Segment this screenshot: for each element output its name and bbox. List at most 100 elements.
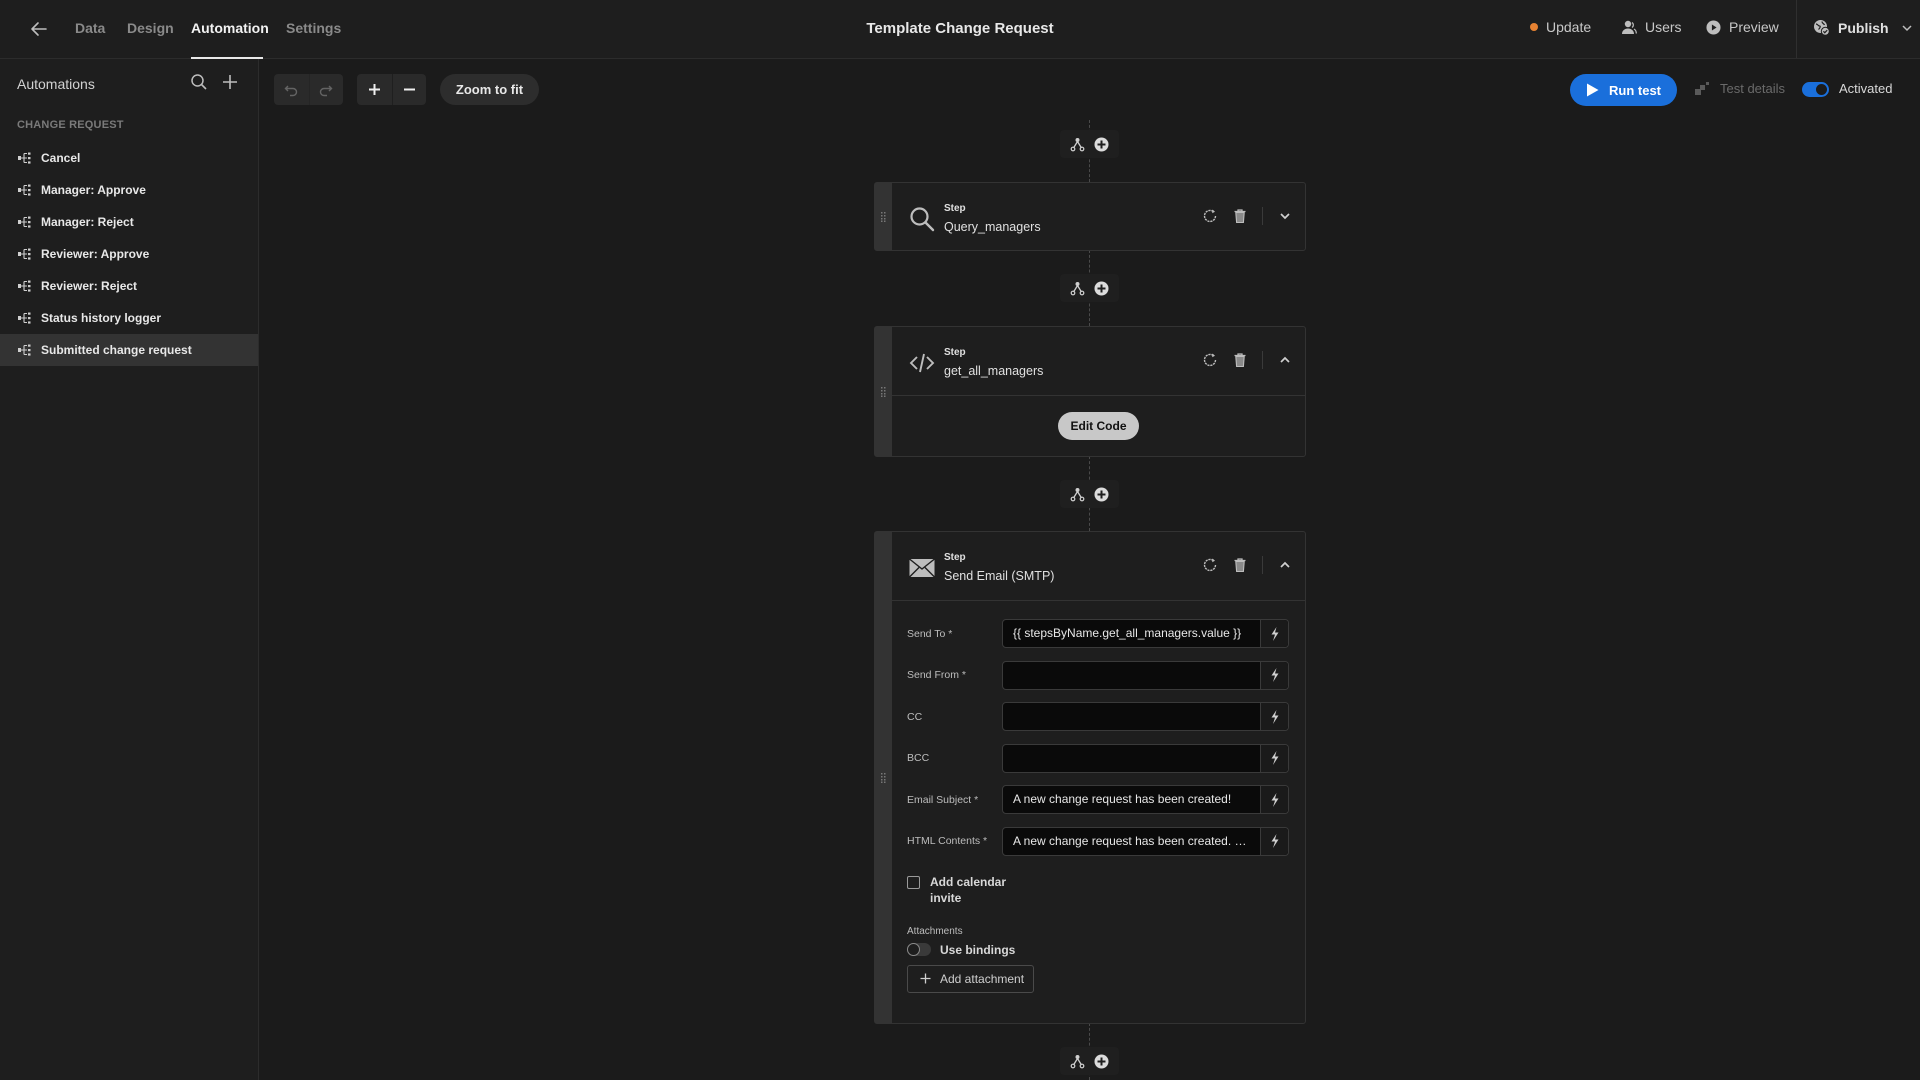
grip-icon	[881, 211, 886, 222]
code-icon	[909, 353, 935, 373]
trash-icon[interactable]	[1232, 557, 1248, 573]
sidebar-item-status-history-logger[interactable]: Status history logger	[0, 302, 258, 334]
chevron-down-icon[interactable]	[1277, 208, 1293, 224]
use-bindings-toggle[interactable]	[907, 943, 931, 956]
sidebar-item-label: Status history logger	[41, 311, 162, 325]
add-step-icon[interactable]	[1094, 281, 1109, 296]
sidebar-item-submitted-change-request[interactable]: Submitted change request	[0, 334, 258, 366]
update-button[interactable]: Update	[1530, 19, 1591, 35]
activated-toggle[interactable]	[1802, 82, 1829, 97]
add-attachment-button[interactable]: Add attachment	[907, 964, 1034, 993]
lightning-icon	[1271, 709, 1278, 724]
step-name: get_all_managers	[944, 364, 1044, 378]
field-value[interactable]	[1003, 745, 1260, 772]
tab-data[interactable]: Data	[75, 20, 105, 36]
automations-sidebar: Automations CHANGE REQUEST Cancel Manage…	[0, 59, 259, 1080]
trash-icon[interactable]	[1232, 352, 1248, 368]
redo-button[interactable]	[308, 74, 344, 105]
drag-handle[interactable]	[875, 532, 892, 1023]
preview-label: Preview	[1729, 19, 1779, 35]
search-automations-button[interactable]	[190, 73, 210, 93]
step-header[interactable]: Step Query_managers	[892, 183, 1305, 252]
step-header[interactable]: Step Send Email (SMTP)	[892, 532, 1305, 601]
add-step-icon[interactable]	[1094, 1054, 1109, 1069]
refresh-icon[interactable]	[1202, 352, 1218, 368]
separator	[1262, 556, 1263, 574]
field-html-contents: HTML Contents * A new change request has…	[907, 826, 1290, 856]
field-value[interactable]: A new change request has been created!	[1003, 786, 1260, 813]
users-button[interactable]: Users	[1621, 19, 1682, 35]
sidebar-item-label: Reviewer: Approve	[41, 247, 150, 261]
drag-handle[interactable]	[875, 183, 892, 250]
zoom-out-button[interactable]	[391, 74, 427, 105]
use-bindings-label: Use bindings	[940, 942, 1016, 957]
binding-button[interactable]	[1260, 703, 1288, 730]
header-divider	[1796, 0, 1797, 58]
drag-handle[interactable]	[875, 327, 892, 456]
search-icon	[910, 207, 935, 232]
binding-button[interactable]	[1260, 661, 1288, 689]
plus-icon	[368, 84, 380, 95]
branch-icon[interactable]	[1070, 281, 1085, 296]
sidebar-item-label: Cancel	[41, 151, 81, 165]
refresh-icon[interactable]	[1202, 557, 1218, 573]
tab-automation[interactable]: Automation	[191, 20, 269, 36]
test-details-label: Test details	[1720, 81, 1786, 96]
sidebar-item-reviewer-approve[interactable]: Reviewer: Approve	[0, 238, 258, 270]
field-label: CC	[907, 710, 923, 723]
email-subject-input: A new change request has been created!	[1002, 785, 1289, 814]
sidebar-item-manager-approve[interactable]: Manager: Approve	[0, 174, 258, 206]
attachments-label: Attachments	[907, 925, 963, 937]
automation-flow-icon	[18, 280, 31, 292]
activated-label: Activated	[1839, 81, 1893, 96]
envelope-icon	[909, 558, 935, 578]
sidebar-item-cancel[interactable]: Cancel	[0, 142, 258, 174]
step-body: Edit Code	[892, 396, 1305, 456]
add-step-icon[interactable]	[1094, 487, 1109, 502]
binding-button[interactable]	[1260, 786, 1288, 813]
field-value[interactable]	[1003, 703, 1260, 730]
automation-flow-icon	[18, 216, 31, 228]
preview-button[interactable]: Preview	[1706, 19, 1779, 35]
field-value[interactable]: {{ stepsByName.get_all_managers.value }}	[1003, 620, 1260, 647]
sidebar-item-manager-reject[interactable]: Manager: Reject	[0, 206, 258, 238]
trash-icon[interactable]	[1232, 208, 1248, 224]
run-test-button[interactable]: Run test	[1570, 74, 1677, 106]
branch-icon[interactable]	[1070, 1054, 1085, 1069]
add-automation-button[interactable]	[221, 73, 241, 93]
refresh-icon[interactable]	[1202, 208, 1218, 224]
zoom-in-button[interactable]	[357, 74, 392, 105]
add-step-icon[interactable]	[1094, 137, 1109, 152]
test-details-button[interactable]: Test details	[1695, 81, 1785, 96]
binding-button[interactable]	[1260, 620, 1288, 647]
branch-icon[interactable]	[1070, 137, 1085, 152]
step-header[interactable]: Step get_all_managers	[892, 327, 1305, 396]
history-controls	[274, 74, 343, 105]
binding-button[interactable]	[1260, 827, 1288, 855]
play-icon	[1587, 83, 1599, 97]
back-button[interactable]	[28, 18, 50, 40]
publish-button[interactable]: Publish	[1813, 19, 1913, 36]
update-label: Update	[1546, 19, 1592, 35]
field-value[interactable]: A new change request has been created. C…	[1003, 828, 1260, 855]
tab-design[interactable]: Design	[127, 20, 174, 36]
run-test-label: Run test	[1609, 82, 1661, 98]
sidebar-item-reviewer-reject[interactable]: Reviewer: Reject	[0, 270, 258, 302]
step-kind-label: Step	[944, 347, 966, 358]
branch-icon[interactable]	[1070, 487, 1085, 502]
plus-icon	[223, 75, 237, 89]
field-value[interactable]	[1003, 662, 1260, 689]
tab-settings[interactable]: Settings	[286, 20, 341, 36]
sidebar-item-label: Manager: Reject	[41, 215, 134, 229]
add-attachment-label: Add attachment	[940, 971, 1025, 986]
play-circle-icon	[1706, 19, 1721, 35]
binding-button[interactable]	[1260, 744, 1288, 772]
zoom-to-fit-button[interactable]: Zoom to fit	[440, 74, 539, 105]
edit-code-button[interactable]: Edit Code	[1058, 412, 1139, 440]
undo-button[interactable]	[274, 74, 309, 105]
chevron-up-icon[interactable]	[1277, 352, 1293, 368]
calendar-invite-checkbox[interactable]	[907, 875, 920, 889]
step-kind-label: Step	[944, 552, 966, 563]
chevron-up-icon[interactable]	[1277, 557, 1293, 573]
step-connector	[1060, 480, 1119, 508]
